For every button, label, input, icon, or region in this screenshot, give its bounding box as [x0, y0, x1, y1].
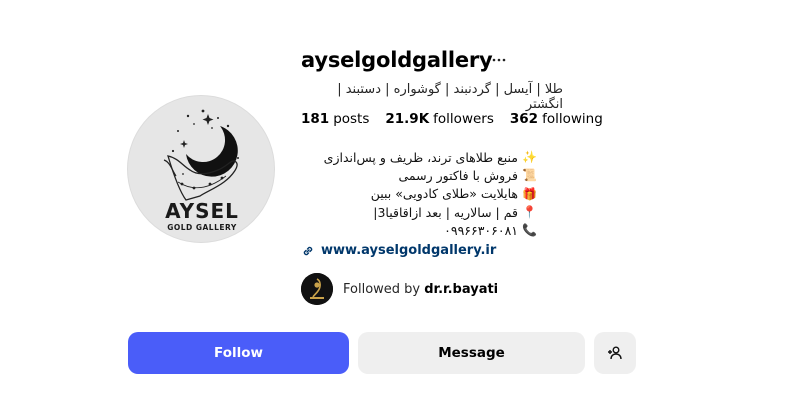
website-link[interactable]: www.ayselgoldgallery.ir [301, 243, 496, 258]
sparkles-icon: ✨ [522, 150, 537, 165]
website-link-text[interactable]: www.ayselgoldgallery.ir [321, 243, 496, 258]
follower-avatar[interactable] [301, 273, 333, 305]
avatar-brand-subtext: GOLD GALLERY [167, 223, 237, 232]
scroll-icon: 📜 [522, 168, 537, 183]
bio-line: منبع طلاهای ترند، ظریف و پس‌اندازی ✨ [323, 149, 537, 165]
add-user-icon [608, 346, 622, 360]
profile-username: ayselgoldgallery [301, 48, 493, 72]
profile-category: طلا | آیسل | گردنبند | گوشواره | دستبند … [337, 82, 563, 112]
pin-icon: 📍 [522, 205, 537, 220]
posts-count: 181 posts [301, 111, 370, 127]
message-button[interactable]: Message [358, 332, 585, 374]
profile-bio: منبع طلاهای ترند، ظریف و پس‌اندازی ✨ فروش… [296, 148, 537, 239]
bio-line: ۰۹۹۶۶۳۰۶۰۸۱ 📞 [444, 222, 537, 238]
phone-icon: 📞 [522, 223, 537, 238]
link-icon [303, 246, 313, 255]
gift-icon: 🎁 [522, 186, 537, 201]
bio-line: هایلایت «طلای کادویی» ببین 🎁 [370, 186, 537, 202]
followed-by-text: Followed by dr.r.bayati [343, 281, 499, 297]
avatar[interactable]: AYSEL GOLD GALLERY [127, 95, 275, 243]
avatar-brand-text: AYSEL [165, 199, 239, 223]
followers-count[interactable]: 21.9K followers [385, 111, 494, 127]
follow-button[interactable]: Follow [128, 332, 349, 374]
ellipsis-icon[interactable] [491, 52, 507, 68]
bio-line: فروش با فاکتور رسمی 📜 [398, 167, 537, 183]
following-count[interactable]: 362 following [510, 111, 603, 127]
add-user-button[interactable] [594, 332, 636, 374]
followed-by-user: dr.r.bayati [424, 281, 499, 297]
profile-stats: 181 posts 21.9K followers 362 following [301, 111, 619, 127]
followed-by[interactable]: Followed by dr.r.bayati [301, 273, 498, 305]
bio-line: قم | سالاریه | بعد ازاقاقیا3| 📍 [373, 204, 537, 220]
